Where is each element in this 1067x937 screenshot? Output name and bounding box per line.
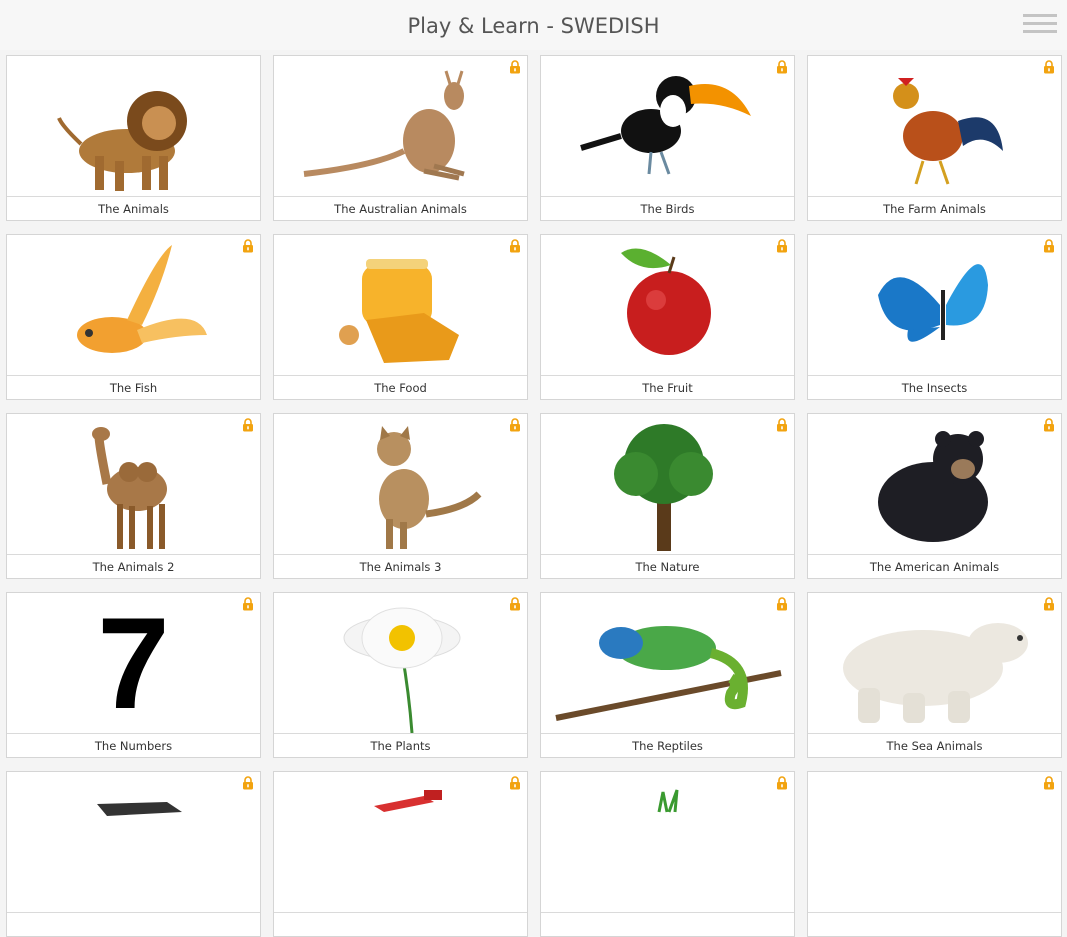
tile-label: The American Animals <box>808 554 1061 578</box>
tile-label: The Animals 2 <box>7 554 260 578</box>
kangaroo-icon <box>274 56 527 197</box>
lock-icon <box>1043 59 1055 74</box>
blank-icon <box>808 772 1061 913</box>
lock-icon <box>509 59 521 74</box>
camel-icon <box>7 414 260 555</box>
goldfish-icon <box>7 235 260 376</box>
tile-label: The Animals <box>7 196 260 220</box>
tile-label <box>541 912 794 936</box>
paint-icon <box>274 772 527 913</box>
lock-icon <box>776 238 788 253</box>
app-header: Play & Learn - SWEDISH <box>0 0 1067 50</box>
box-icon <box>7 772 260 913</box>
category-tile[interactable]: The Birds <box>540 55 795 221</box>
toucan-icon <box>541 56 794 197</box>
lion-icon <box>7 56 260 197</box>
tile-label: The Sea Animals <box>808 733 1061 757</box>
lock-icon <box>242 775 254 790</box>
lock-icon <box>509 417 521 432</box>
honey-icon <box>274 235 527 376</box>
tree-icon <box>541 414 794 555</box>
category-tile[interactable]: The Animals <box>6 55 261 221</box>
lock-icon <box>242 238 254 253</box>
category-tile[interactable]: The Nature <box>540 413 795 579</box>
cat-icon <box>274 414 527 555</box>
chameleon-icon <box>541 593 794 734</box>
lock-icon <box>242 596 254 611</box>
daisy-icon <box>274 593 527 734</box>
tile-label <box>274 912 527 936</box>
lock-icon <box>509 238 521 253</box>
category-tile[interactable]: The Reptiles <box>540 592 795 758</box>
tile-label: The Fish <box>7 375 260 399</box>
category-tile[interactable]: The Food <box>273 234 528 400</box>
lock-icon <box>776 596 788 611</box>
rooster-icon <box>808 56 1061 197</box>
category-tile[interactable]: The Animals 2 <box>6 413 261 579</box>
tile-label: The Australian Animals <box>274 196 527 220</box>
number-seven-icon: 7 <box>7 593 260 734</box>
hamburger-menu-icon[interactable] <box>1023 14 1057 38</box>
tile-label: The Food <box>274 375 527 399</box>
butterfly-icon <box>808 235 1061 376</box>
category-tile[interactable]: The American Animals <box>807 413 1062 579</box>
tile-label: The Birds <box>541 196 794 220</box>
lock-icon <box>1043 417 1055 432</box>
category-tile[interactable]: The Farm Animals <box>807 55 1062 221</box>
category-tile[interactable]: The Insects <box>807 234 1062 400</box>
tile-label: The Insects <box>808 375 1061 399</box>
bear-icon <box>808 414 1061 555</box>
lock-icon <box>1043 596 1055 611</box>
tile-label <box>808 912 1061 936</box>
category-tile[interactable]: The Australian Animals <box>273 55 528 221</box>
number-glyph: 7 <box>97 592 170 736</box>
category-tile[interactable]: The Fruit <box>540 234 795 400</box>
tile-label: The Nature <box>541 554 794 578</box>
polar-bear-icon <box>808 593 1061 734</box>
tile-label: The Plants <box>274 733 527 757</box>
lock-icon <box>1043 238 1055 253</box>
category-tile[interactable] <box>807 771 1062 937</box>
category-tile[interactable] <box>540 771 795 937</box>
category-tile[interactable] <box>273 771 528 937</box>
lock-icon <box>509 596 521 611</box>
page-title: Play & Learn - SWEDISH <box>407 14 660 38</box>
category-tile[interactable] <box>6 771 261 937</box>
grass-icon <box>541 772 794 913</box>
lock-icon <box>776 775 788 790</box>
tile-label: The Animals 3 <box>274 554 527 578</box>
tile-label: The Fruit <box>541 375 794 399</box>
tile-label <box>7 912 260 936</box>
category-tile[interactable]: 7 The Numbers <box>6 592 261 758</box>
lock-icon <box>1043 775 1055 790</box>
category-tile[interactable]: The Sea Animals <box>807 592 1062 758</box>
tile-label: The Numbers <box>7 733 260 757</box>
lock-icon <box>509 775 521 790</box>
lock-icon <box>776 417 788 432</box>
category-tile[interactable]: The Animals 3 <box>273 413 528 579</box>
tile-label: The Farm Animals <box>808 196 1061 220</box>
lock-icon <box>776 59 788 74</box>
lock-icon <box>242 417 254 432</box>
category-tile[interactable]: The Plants <box>273 592 528 758</box>
apple-icon <box>541 235 794 376</box>
category-tile[interactable]: The Fish <box>6 234 261 400</box>
tile-label: The Reptiles <box>541 733 794 757</box>
